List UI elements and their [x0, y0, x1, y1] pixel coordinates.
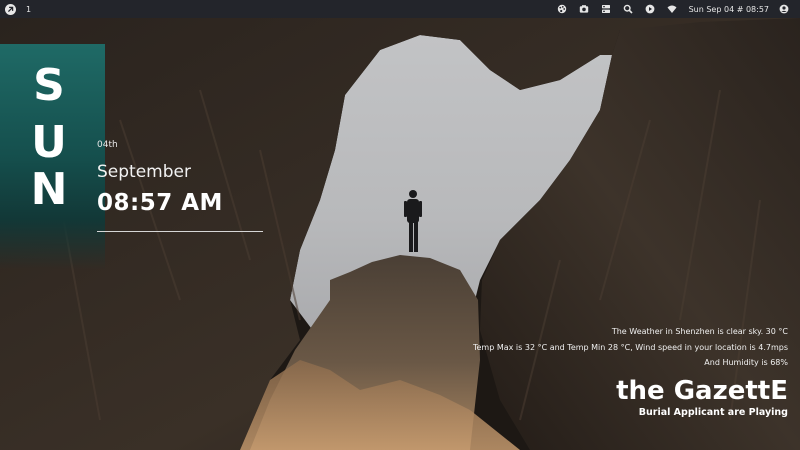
user-icon[interactable] [773, 0, 795, 18]
panel-clock[interactable]: Sun Sep 04 # 08:57 [689, 5, 769, 14]
workspace-indicator[interactable]: 1 [26, 5, 31, 14]
divider [97, 231, 263, 232]
weather-details: Temp Max is 32 °C and Temp Min 28 °C, Wi… [472, 342, 788, 352]
palette-icon[interactable] [551, 0, 573, 18]
top-panel: 1 Sun Sep 04 # 08:57 [0, 0, 800, 18]
day-letter-1: S [33, 60, 65, 111]
app-logo-icon[interactable] [5, 3, 16, 15]
day-of-week-panel: S U N [0, 44, 105, 269]
month-name: September [97, 162, 191, 182]
weather-music-widget: The Weather in Shenzhen is clear sky. 30… [473, 324, 788, 420]
play-icon[interactable] [639, 0, 661, 18]
day-of-month: 04th [97, 140, 118, 150]
wifi-icon[interactable] [661, 0, 683, 18]
weather-humidity: And Humidity is 68% [704, 358, 788, 367]
weather-summary: The Weather in Shenzhen is clear sky. 30… [611, 327, 788, 336]
now-playing: Burial Applicant are Playing [638, 406, 788, 418]
artist-name: the GazettE [616, 375, 788, 406]
desktop: 1 Sun Sep 04 # 08:57 S U N 04th Septembe… [0, 0, 800, 450]
day-letter-3: N [30, 164, 68, 215]
camera-icon[interactable] [573, 0, 595, 18]
storage-icon[interactable] [595, 0, 617, 18]
day-letter-2: U [31, 117, 67, 168]
time-display: 08:57 AM [97, 190, 223, 216]
search-icon[interactable] [617, 0, 639, 18]
